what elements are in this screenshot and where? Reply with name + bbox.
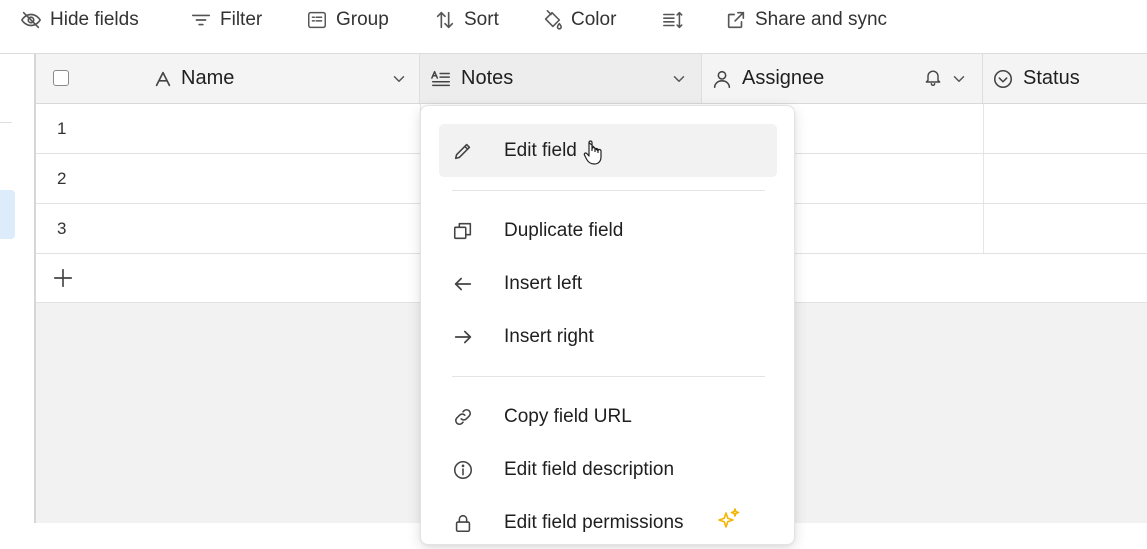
menu-item-insert-left[interactable]: Insert left	[439, 257, 777, 310]
select-all-checkbox[interactable]	[53, 70, 69, 86]
menu-item-duplicate-field[interactable]: Duplicate field	[439, 204, 777, 257]
hide-fields-button[interactable]: Hide fields	[20, 6, 139, 34]
field-context-menu: Edit field Duplicate field Insert left I…	[420, 105, 795, 545]
row-height-icon	[662, 9, 684, 31]
menu-item-label: Insert left	[504, 272, 583, 294]
sidebar-collapsed	[0, 54, 36, 523]
row-number: 1	[57, 119, 67, 138]
column-header-assignee[interactable]: Assignee	[702, 54, 983, 103]
chevron-down-icon[interactable]	[390, 70, 408, 88]
chevron-down-icon[interactable]	[670, 70, 688, 88]
external-share-icon	[725, 9, 747, 31]
share-sync-button[interactable]: Share and sync	[725, 6, 887, 34]
filter-icon	[190, 9, 212, 31]
sidebar-divider	[0, 122, 12, 123]
user-icon	[711, 68, 733, 90]
arrow-left-icon	[452, 273, 474, 295]
group-button[interactable]: Group	[306, 6, 389, 34]
text-a-icon	[152, 68, 174, 90]
menu-item-insert-right[interactable]: Insert right	[439, 310, 777, 363]
cell-divider	[983, 154, 984, 203]
info-icon	[452, 459, 474, 481]
hand-cursor-icon	[583, 140, 603, 166]
column-header-notes[interactable]: Notes	[420, 54, 702, 103]
filter-label: Filter	[220, 9, 263, 30]
sort-icon	[434, 9, 456, 31]
link-icon	[452, 406, 474, 428]
menu-item-label: Edit field	[504, 139, 577, 161]
menu-divider	[452, 190, 765, 191]
row-number: 2	[57, 169, 67, 188]
sort-button[interactable]: Sort	[434, 6, 499, 34]
color-label: Color	[571, 9, 617, 30]
column-header-status[interactable]: Status	[983, 54, 1147, 103]
share-sync-label: Share and sync	[755, 9, 888, 30]
eye-off-icon	[20, 9, 42, 31]
menu-item-edit-field-description[interactable]: Edit field description	[439, 443, 777, 496]
sparkle-icon	[716, 507, 742, 533]
cell-divider	[983, 104, 984, 153]
color-button[interactable]: Color	[541, 6, 616, 34]
duplicate-icon	[452, 220, 474, 242]
arrow-right-icon	[452, 326, 474, 348]
group-label: Group	[336, 9, 389, 30]
plus-icon[interactable]	[52, 267, 74, 289]
group-icon	[306, 9, 328, 31]
column-status-label: Status	[1023, 67, 1080, 89]
row-number: 3	[57, 219, 67, 238]
filter-button[interactable]: Filter	[190, 6, 262, 34]
pencil-icon	[452, 140, 474, 162]
grid-header-row: Name Notes Assignee Status	[36, 54, 1147, 104]
column-name-label: Name	[181, 67, 235, 89]
menu-item-label: Edit field description	[504, 458, 675, 480]
sidebar-selected-item[interactable]	[0, 190, 15, 239]
bell-icon[interactable]	[923, 67, 943, 87]
row-height-button[interactable]	[662, 6, 684, 34]
column-notes-label: Notes	[461, 67, 514, 89]
column-header-name[interactable]: Name	[36, 54, 420, 103]
menu-item-copy-field-url[interactable]: Copy field URL	[439, 390, 777, 443]
paint-bucket-icon	[541, 9, 563, 31]
long-text-icon	[430, 68, 452, 90]
menu-divider	[452, 376, 765, 377]
menu-item-edit-field[interactable]: Edit field	[439, 124, 777, 177]
status-circle-icon	[992, 68, 1014, 90]
view-toolbar: Hide fields Filter Group Sort Color Shar…	[0, 0, 1147, 54]
menu-item-label: Insert right	[504, 325, 594, 347]
hide-fields-label: Hide fields	[50, 9, 139, 30]
cell-divider	[983, 204, 984, 253]
menu-item-label: Duplicate field	[504, 219, 624, 241]
column-assignee-label: Assignee	[742, 67, 825, 89]
sort-label: Sort	[464, 9, 499, 30]
chevron-down-icon[interactable]	[950, 70, 968, 88]
menu-item-label: Copy field URL	[504, 405, 632, 427]
